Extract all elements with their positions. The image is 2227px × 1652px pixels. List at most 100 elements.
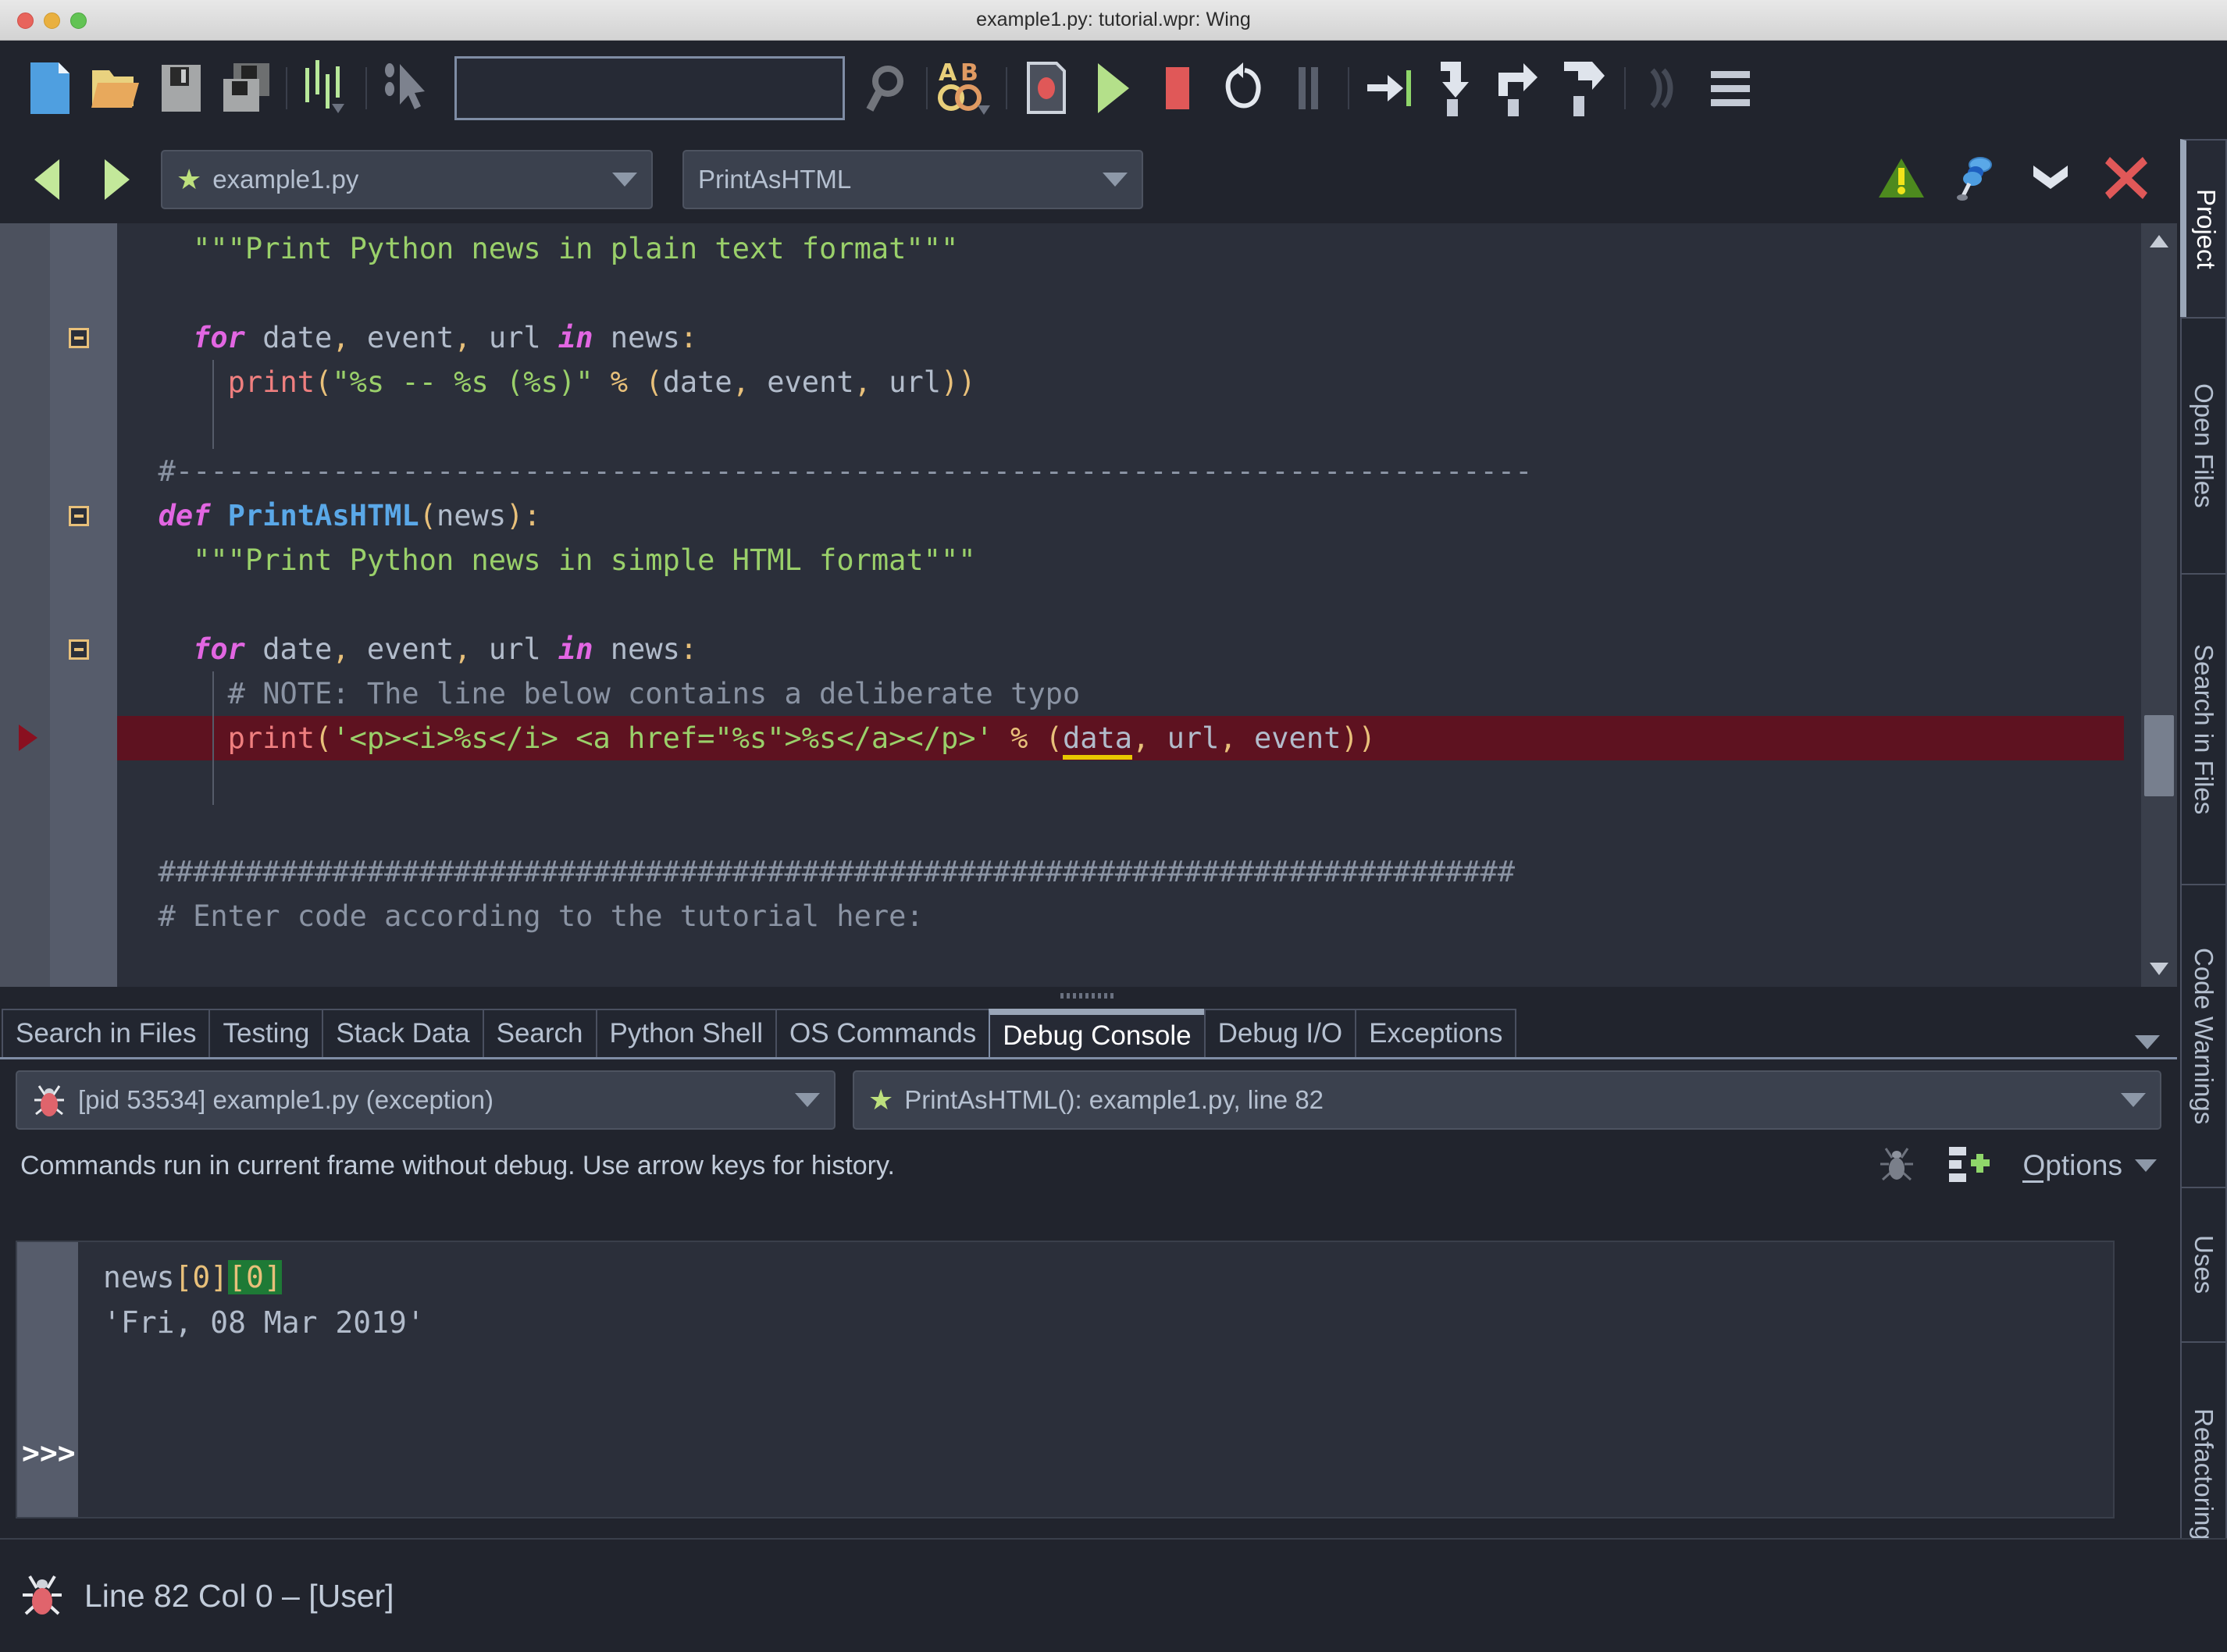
right-tab-uses[interactable]: Uses (2180, 1187, 2227, 1343)
select-pointer-button[interactable] (373, 55, 439, 121)
console-text[interactable]: news[0][0] 'Fri, 08 Mar 2019' (103, 1255, 425, 1345)
right-tab-project[interactable]: Project (2180, 139, 2227, 319)
nav-forward-button[interactable] (91, 153, 144, 206)
replace-button[interactable]: A B (934, 55, 999, 121)
open-file-button[interactable] (83, 55, 148, 121)
minimize-window-button[interactable] (44, 12, 60, 29)
code-line[interactable] (117, 582, 2124, 627)
process-selector-combo[interactable]: [pid 53534] example1.py (exception) (16, 1070, 836, 1130)
code-line[interactable]: print("%s -- %s (%s)" % (date, event, ur… (117, 360, 2124, 404)
code-line[interactable]: # Enter code according to the tutorial h… (117, 894, 2124, 938)
code-line[interactable] (117, 271, 2124, 315)
step-into-button[interactable] (1356, 55, 1421, 121)
panel-tab-search-in-files[interactable]: Search in Files (2, 1009, 211, 1057)
scroll-down-button[interactable] (2141, 951, 2177, 987)
panel-tab-search[interactable]: Search (482, 1009, 597, 1057)
code-text[interactable]: """Print Python news in plain text forma… (117, 223, 2124, 987)
code-token: url (471, 632, 558, 666)
editor-vertical-scrollbar[interactable] (2141, 223, 2177, 987)
breakpoint-gutter[interactable] (0, 223, 50, 987)
split-editor-button[interactable] (2029, 161, 2072, 199)
save-all-button[interactable] (214, 55, 280, 121)
console-options-button[interactable]: Options (2022, 1149, 2157, 1183)
code-line[interactable] (117, 805, 2124, 849)
fold-toggle[interactable] (69, 639, 89, 660)
stop-icon (1166, 67, 1189, 109)
record-icon (1027, 62, 1066, 114)
symbol-selector-combo[interactable]: PrintAsHTML (682, 150, 1143, 209)
debug-console-output[interactable]: >>> news[0][0] 'Fri, 08 Mar 2019' (16, 1241, 2115, 1518)
fold-toggle[interactable] (69, 506, 89, 526)
code-line[interactable]: for date, event, url in news: (117, 315, 2124, 360)
code-warning-button[interactable] (1877, 155, 1926, 205)
code-token: url (1149, 721, 1220, 755)
panel-tabs-overflow-icon[interactable] (2135, 1035, 2160, 1049)
code-line-content: """Print Python news in plain text forma… (123, 232, 958, 265)
add-watch-icon (1949, 1146, 1990, 1182)
step-over-button[interactable] (1421, 55, 1487, 121)
code-line[interactable] (117, 938, 2124, 983)
panel-tab-debug-console[interactable]: Debug Console (989, 1009, 1206, 1057)
indentation-button[interactable] (294, 55, 359, 121)
code-line[interactable]: """Print Python news in simple HTML form… (117, 538, 2124, 582)
close-window-button[interactable] (17, 12, 34, 29)
code-token: #---------------------------------------… (123, 454, 1533, 488)
code-token: , (332, 632, 350, 666)
code-editor[interactable]: """Print Python news in plain text forma… (0, 223, 2177, 987)
restart-debug-button[interactable] (1210, 55, 1276, 121)
search-button[interactable] (854, 55, 920, 121)
debug-run-button[interactable] (1079, 55, 1145, 121)
frame-combo-label: PrintAsHTML(): example1.py, line 82 (904, 1085, 1324, 1114)
code-token: ( (419, 499, 436, 532)
current-line-marker[interactable] (19, 725, 37, 751)
nav-back-button[interactable] (20, 153, 73, 206)
record-macro-button[interactable] (1014, 55, 1079, 121)
panel-tab-stack-data[interactable]: Stack Data (322, 1009, 484, 1057)
search-input[interactable] (454, 56, 845, 120)
right-tab-code-warnings[interactable]: Code Warnings (2180, 884, 2227, 1188)
menu-button[interactable] (1698, 55, 1763, 121)
code-line[interactable]: # NOTE: The line below contains a delibe… (117, 671, 2124, 716)
code-line[interactable]: #---------------------------------------… (117, 449, 2124, 493)
panel-tab-debug-i-o[interactable]: Debug I/O (1203, 1009, 1357, 1057)
code-line[interactable] (117, 760, 2124, 805)
code-line[interactable] (117, 404, 2124, 449)
save-file-button[interactable] (148, 55, 214, 121)
code-token: news (593, 321, 680, 354)
console-actions: Options (1877, 1144, 2157, 1188)
pause-debug-button[interactable] (1276, 55, 1342, 121)
scrollbar-thumb[interactable] (2144, 715, 2174, 796)
frame-selector-combo[interactable]: ★ PrintAsHTML(): example1.py, line 82 (853, 1070, 2161, 1130)
debug-bug-icon (1880, 1147, 1914, 1180)
code-line[interactable]: print('<p><i>%s</i> <a href="%s">%s</a><… (117, 716, 2124, 760)
code-line[interactable]: for date, event, url in news: (117, 627, 2124, 671)
file-selector-combo[interactable]: ★ example1.py (161, 150, 653, 209)
step-out-button[interactable] (1487, 55, 1552, 121)
run-to-cursor-button[interactable] (1632, 55, 1698, 121)
pin-editor-button[interactable] (1955, 154, 1999, 206)
step-over-icon (1441, 62, 1469, 116)
scroll-up-button[interactable] (2141, 223, 2177, 259)
panel-tab-python-shell[interactable]: Python Shell (595, 1009, 778, 1057)
toggle-debug-button[interactable] (1877, 1144, 1916, 1188)
add-watch-button[interactable] (1947, 1144, 1991, 1188)
step-return-button[interactable] (1552, 55, 1618, 121)
stop-debug-button[interactable] (1145, 55, 1210, 121)
horizontal-splitter[interactable] (0, 987, 2177, 1004)
fold-toggle[interactable] (69, 328, 89, 348)
right-tab-search-in-files[interactable]: Search in Files (2180, 573, 2227, 885)
panel-tab-exceptions[interactable]: Exceptions (1355, 1009, 1517, 1057)
code-line[interactable]: """Print Python news in plain text forma… (117, 226, 2124, 271)
close-editor-button[interactable] (2102, 154, 2150, 206)
code-line[interactable]: def PrintAsHTML(news): (117, 493, 2124, 538)
panel-tab-testing[interactable]: Testing (208, 1009, 324, 1057)
code-token: , (732, 365, 750, 399)
new-file-button[interactable] (17, 55, 83, 121)
code-token: for (193, 632, 245, 666)
zoom-window-button[interactable] (70, 12, 87, 29)
code-line[interactable]: ########################################… (117, 849, 2124, 894)
right-tab-open-files[interactable]: Open Files (2180, 317, 2227, 575)
panel-tab-os-commands[interactable]: OS Commands (775, 1009, 991, 1057)
